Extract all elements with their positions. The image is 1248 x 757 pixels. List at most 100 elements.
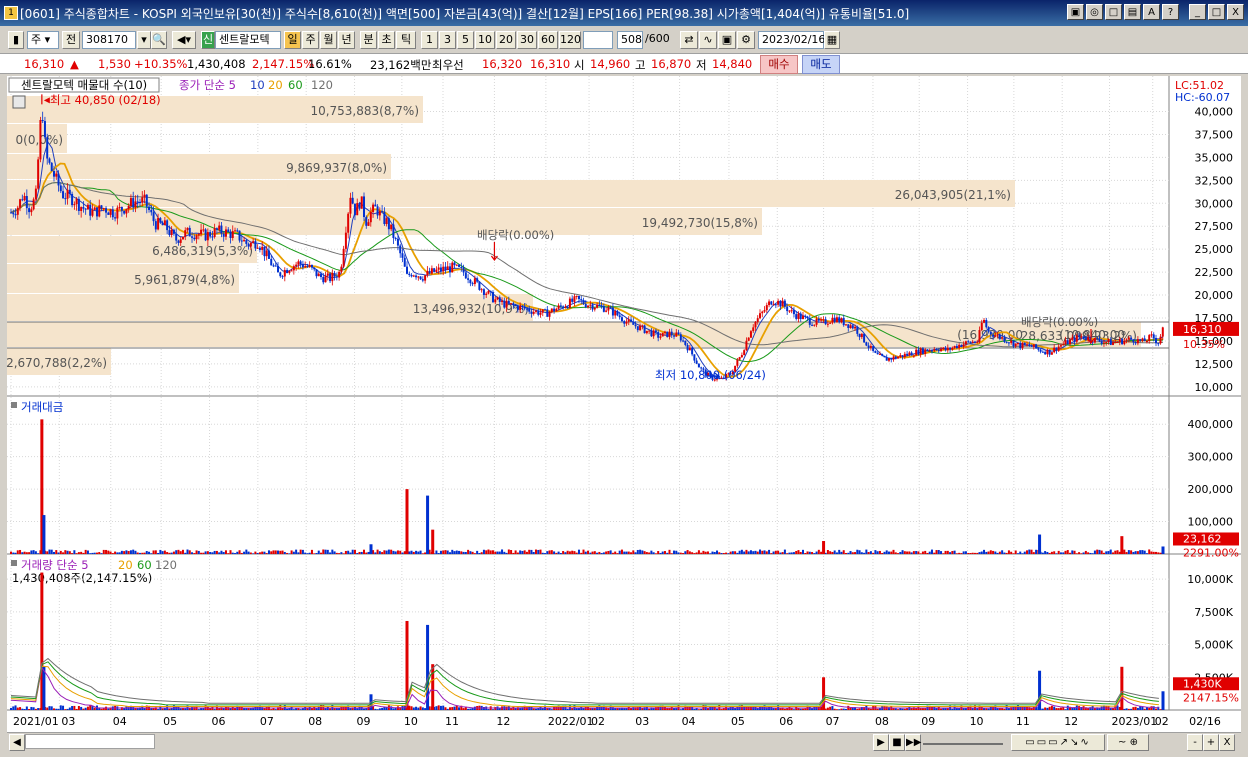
candle-body <box>304 266 307 268</box>
scroll-left-button[interactable]: ◀ <box>9 734 25 751</box>
amount-bar <box>1073 550 1076 554</box>
font-icon[interactable]: A <box>1143 4 1160 20</box>
candle-body <box>1136 339 1139 344</box>
amount-bar <box>419 550 422 554</box>
interval-10[interactable]: 10 <box>475 31 495 49</box>
amount-bar <box>725 552 728 554</box>
period-minute[interactable]: 분 <box>360 31 377 49</box>
x-tick-label: 07 <box>260 715 274 728</box>
candle-body <box>779 300 782 307</box>
amount-bar <box>537 549 540 554</box>
interval-1[interactable]: 1 <box>421 31 438 49</box>
amount-bar <box>335 552 338 554</box>
candle-body <box>1019 342 1022 349</box>
zoom-slider[interactable] <box>923 734 1003 745</box>
minimize-button[interactable]: _ <box>1189 4 1206 20</box>
custom-interval-input[interactable] <box>583 31 613 49</box>
candle-body <box>399 245 402 254</box>
buy-button[interactable]: 매수 <box>760 55 798 74</box>
volume-bar <box>842 708 845 710</box>
maximize-button[interactable]: □ <box>1208 4 1225 20</box>
period-second[interactable]: 초 <box>378 31 395 49</box>
period-day[interactable]: 일 <box>284 31 301 49</box>
amount-bar <box>1159 552 1162 554</box>
sell-button[interactable]: 매도 <box>802 55 840 74</box>
stock-name-field[interactable]: 센트랄모텍 <box>215 31 281 49</box>
volume-bar <box>858 708 861 710</box>
volume-bar <box>62 705 65 710</box>
window-icon[interactable]: □ <box>1105 4 1122 20</box>
candle-body <box>181 236 184 240</box>
candle-body <box>222 233 225 237</box>
candle-body <box>430 268 433 274</box>
candle-body <box>869 346 872 348</box>
code-dropdown-icon[interactable]: ▾ <box>137 31 151 49</box>
amount-bar <box>30 550 33 554</box>
save-icon[interactable]: ▣ <box>718 31 736 49</box>
link-icon[interactable]: ▣ <box>1067 4 1084 20</box>
chart-tools-icon[interactable]: ▭▭▭↗↘∿ <box>1011 734 1105 751</box>
period-year[interactable]: 년 <box>338 31 355 49</box>
x-tick-label: 02 <box>591 715 605 728</box>
candle-body <box>516 305 519 310</box>
amount-bar <box>478 553 481 554</box>
speaker-icon[interactable]: ◀▾ <box>172 31 196 49</box>
target-icon[interactable]: ◎ <box>1086 4 1103 20</box>
close-button[interactable]: X <box>1227 4 1244 20</box>
interval-3[interactable]: 3 <box>439 31 456 49</box>
chart-tool-icon[interactable]: ⇄ <box>680 31 698 49</box>
date-input[interactable]: 2023/02/16 <box>758 31 825 49</box>
zoom-out-button[interactable]: - <box>1187 734 1203 751</box>
scroll-thumb[interactable] <box>25 734 155 749</box>
interval-120[interactable]: 120 <box>559 31 581 49</box>
amount-bar <box>50 549 53 554</box>
candle-body <box>1007 342 1010 344</box>
grid-icon[interactable]: ▤ <box>1124 4 1141 20</box>
interval-60[interactable]: 60 <box>538 31 558 49</box>
interval-20[interactable]: 20 <box>496 31 516 49</box>
volume-bar <box>10 707 12 710</box>
candle-body <box>34 188 37 200</box>
count-input[interactable]: 508 <box>617 31 643 49</box>
market-select[interactable]: 주 ▾ <box>27 31 59 49</box>
indicator-icon[interactable]: ∿ <box>699 31 717 49</box>
amount-bar <box>1032 552 1035 554</box>
search-icon[interactable]: 🔍 <box>151 31 167 49</box>
scroll-right-button[interactable]: ▶ <box>873 734 889 751</box>
volume-bar <box>1145 707 1148 710</box>
volume-bar <box>374 708 377 710</box>
chart-area[interactable]: 2021/01 03 04 05 06 07 08 09 10 11 12 2022/01 02 03 04… <box>7 76 1241 732</box>
zoom-in-button[interactable]: + <box>1203 734 1219 751</box>
period-month[interactable]: 월 <box>320 31 337 49</box>
volume-bar <box>37 708 40 710</box>
calendar-icon[interactable]: ▦ <box>824 31 840 49</box>
candle-body <box>627 319 630 322</box>
candle-body <box>885 357 888 361</box>
candle-body <box>193 237 196 240</box>
code-input[interactable]: 308170 <box>82 31 136 49</box>
period-tick[interactable]: 틱 <box>396 31 416 49</box>
volume-bar <box>849 707 852 710</box>
amount-tick-label: 100,000 <box>1188 516 1234 529</box>
open-label: 시 <box>574 58 585 72</box>
amount-bar <box>553 551 556 554</box>
lock-icon[interactable]: ▮ <box>8 31 24 49</box>
amount-bar <box>985 551 988 554</box>
fast-forward-button[interactable]: ▶▶ <box>905 734 921 751</box>
close-panel-button[interactable]: X <box>1219 734 1235 751</box>
interval-5[interactable]: 5 <box>457 31 474 49</box>
stop-button[interactable]: ■ <box>889 734 905 751</box>
chart-svg[interactable]: 2021/01 03 04 05 06 07 08 09 10 11 12 2022/0102 03 04… <box>7 76 1241 732</box>
help-icon[interactable]: ? <box>1162 4 1179 20</box>
amount-bar <box>521 550 524 554</box>
candle-body <box>989 331 992 335</box>
amount-bar <box>620 549 623 554</box>
candle-body <box>659 336 662 338</box>
settings-icon[interactable]: ⚙ <box>737 31 755 49</box>
period-week[interactable]: 주 <box>302 31 319 49</box>
interval-30[interactable]: 30 <box>517 31 537 49</box>
prev-button[interactable]: 전 <box>62 31 80 49</box>
amount-bar <box>534 549 537 554</box>
amount-bar <box>872 552 875 554</box>
tool-misc-icon[interactable]: ~ ⊕ <box>1107 734 1149 751</box>
